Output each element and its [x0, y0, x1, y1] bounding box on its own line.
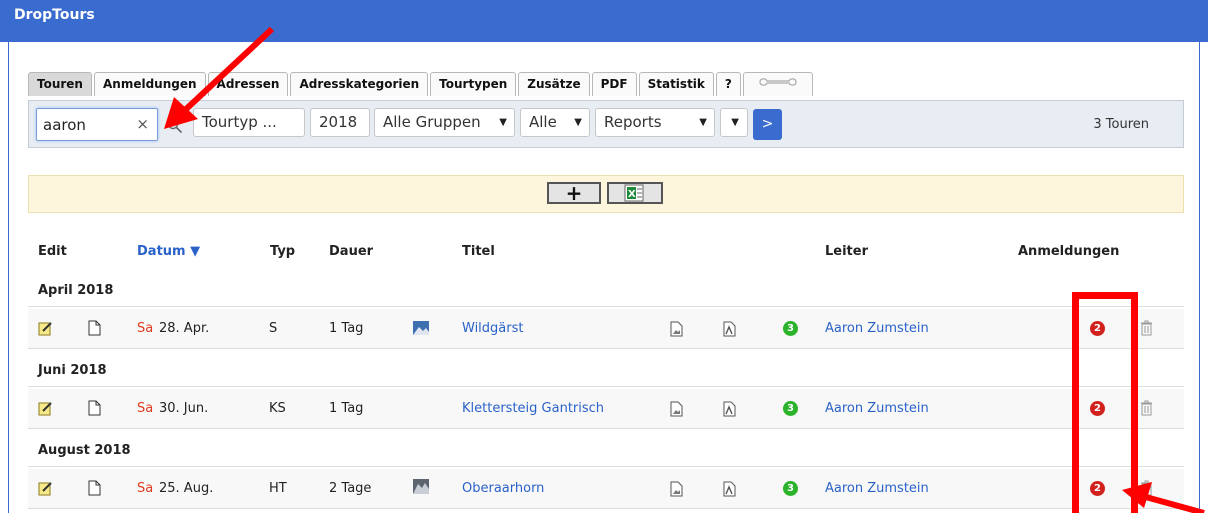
- tour-date: 28. Apr.: [159, 321, 210, 336]
- docs-count-badge: 3: [783, 401, 798, 416]
- document-icon[interactable]: [88, 320, 101, 336]
- edit-icon[interactable]: [38, 401, 53, 416]
- trash-icon[interactable]: [1140, 320, 1153, 336]
- month-group: Juni 2018: [28, 355, 1184, 387]
- search-box: ×: [36, 108, 158, 141]
- edit-icon[interactable]: [38, 481, 53, 496]
- export-excel-button[interactable]: X: [607, 182, 663, 204]
- tab-touren[interactable]: Touren: [28, 72, 92, 96]
- image-file-icon[interactable]: [670, 321, 683, 337]
- tour-title-link[interactable]: Klettersteig Gantrisch: [462, 401, 604, 416]
- col-dauer[interactable]: Dauer: [329, 244, 373, 259]
- tab-settings[interactable]: [742, 72, 813, 96]
- month-label: Juni 2018: [38, 363, 107, 378]
- alle-select[interactable]: Alle ▼: [520, 108, 590, 137]
- col-edit: Edit: [38, 244, 67, 259]
- tour-title-link[interactable]: Oberaarhorn: [462, 481, 544, 496]
- filter-toolbar: × Tourtyp ... 2018 Alle Gruppen ▼ Alle ▼ R…: [28, 100, 1184, 148]
- docs-count-badge: 3: [783, 481, 798, 496]
- wrench-icon: [759, 78, 797, 86]
- tour-weekday: Sa: [137, 321, 154, 336]
- col-titel[interactable]: Titel: [462, 244, 495, 259]
- tour-weekday: Sa: [137, 481, 154, 496]
- tab-anmeldungen[interactable]: Anmeldungen: [93, 72, 206, 96]
- year-value: 2018: [319, 113, 358, 131]
- annotation-highlight-box: [1072, 292, 1138, 513]
- action-bar: + X: [28, 175, 1184, 213]
- col-anmeldungen[interactable]: Anmeldungen: [1018, 244, 1119, 259]
- tour-duration: 1 Tag: [329, 321, 364, 336]
- tour-leader-link[interactable]: Aaron Zumstein: [825, 321, 929, 336]
- alle-value: Alle: [529, 113, 557, 131]
- chevron-down-icon: ▼: [499, 117, 507, 128]
- tour-date: 30. Jun.: [159, 401, 209, 416]
- tour-title-link[interactable]: Wildgärst: [462, 321, 523, 336]
- month-label: August 2018: [38, 443, 131, 458]
- gruppen-select[interactable]: Alle Gruppen ▼: [374, 108, 515, 137]
- add-tour-button[interactable]: +: [547, 182, 601, 204]
- table-header: Edit Datum ▼ Typ Dauer Titel Leiter Anme…: [0, 244, 1208, 260]
- tourtyp-value: Tourtyp ...: [202, 113, 277, 131]
- col-leiter[interactable]: Leiter: [825, 244, 868, 259]
- col-typ[interactable]: Typ: [270, 244, 295, 259]
- tour-duration: 1 Tag: [329, 401, 364, 416]
- tour-type: KS: [269, 401, 286, 416]
- edit-icon[interactable]: [38, 321, 53, 336]
- trash-icon[interactable]: [1140, 400, 1153, 416]
- excel-icon: X: [624, 184, 644, 202]
- tab-help[interactable]: ?: [715, 72, 741, 96]
- search-input[interactable]: [43, 115, 133, 135]
- app-title: DropTours: [14, 7, 95, 23]
- app-title-bar: DropTours: [0, 0, 1208, 42]
- table-row: Sa 25. Aug. HT 2 Tage Oberaarhorn 3 Aaro…: [28, 469, 1184, 509]
- tab-pdf[interactable]: PDF: [591, 72, 637, 96]
- reports-select[interactable]: Reports ▼: [595, 108, 715, 137]
- tab-zusaetze[interactable]: Zusätze: [518, 72, 590, 96]
- pdf-file-icon[interactable]: [723, 321, 737, 337]
- extra-select[interactable]: ▼: [720, 108, 748, 137]
- tour-photo-icon[interactable]: [413, 479, 429, 494]
- tab-tourtypen[interactable]: Tourtypen: [430, 72, 517, 96]
- search-icon[interactable]: [167, 118, 183, 134]
- month-label: April 2018: [38, 283, 114, 298]
- tour-leader-link[interactable]: Aaron Zumstein: [825, 481, 929, 496]
- month-group: April 2018: [28, 275, 1184, 307]
- tour-count: 3 Touren: [1093, 117, 1149, 132]
- chevron-down-icon: ▼: [574, 117, 582, 128]
- document-icon[interactable]: [88, 400, 101, 416]
- tab-adresskategorien[interactable]: Adresskategorien: [290, 72, 429, 96]
- gruppen-value: Alle Gruppen: [383, 113, 481, 131]
- chevron-down-icon: ▼: [699, 117, 707, 128]
- chevron-down-icon: ▼: [731, 117, 739, 128]
- tour-weekday: Sa: [137, 401, 154, 416]
- main-tabs: Touren Anmeldungen Adressen Adresskatego…: [28, 72, 815, 96]
- tour-date: 25. Aug.: [159, 481, 214, 496]
- tour-photo-icon[interactable]: [413, 321, 429, 335]
- table-row: Sa 28. Apr. S 1 Tag Wildgärst 3 Aaron Zu…: [28, 309, 1184, 349]
- year-select[interactable]: 2018: [310, 108, 370, 137]
- table-row: Sa 30. Jun. KS 1 Tag Klettersteig Gantri…: [28, 389, 1184, 429]
- tour-type: S: [269, 321, 278, 336]
- svg-text:X: X: [628, 189, 636, 200]
- trash-icon[interactable]: [1140, 480, 1153, 496]
- document-icon[interactable]: [88, 480, 101, 496]
- image-file-icon[interactable]: [670, 401, 683, 417]
- month-group: August 2018: [28, 435, 1184, 467]
- tab-statistik[interactable]: Statistik: [638, 72, 714, 96]
- apply-filter-button[interactable]: >: [753, 109, 782, 140]
- docs-count-badge: 3: [783, 321, 798, 336]
- reports-value: Reports: [604, 113, 662, 131]
- tour-type: HT: [269, 481, 287, 496]
- image-file-icon[interactable]: [670, 481, 683, 497]
- tourtyp-select[interactable]: Tourtyp ...: [193, 108, 305, 137]
- col-datum[interactable]: Datum ▼: [137, 244, 200, 259]
- tour-leader-link[interactable]: Aaron Zumstein: [825, 401, 929, 416]
- pdf-file-icon[interactable]: [723, 401, 737, 417]
- pdf-file-icon[interactable]: [723, 481, 737, 497]
- clear-search-icon[interactable]: ×: [136, 115, 149, 133]
- tab-adressen[interactable]: Adressen: [207, 72, 289, 96]
- tour-duration: 2 Tage: [329, 481, 372, 496]
